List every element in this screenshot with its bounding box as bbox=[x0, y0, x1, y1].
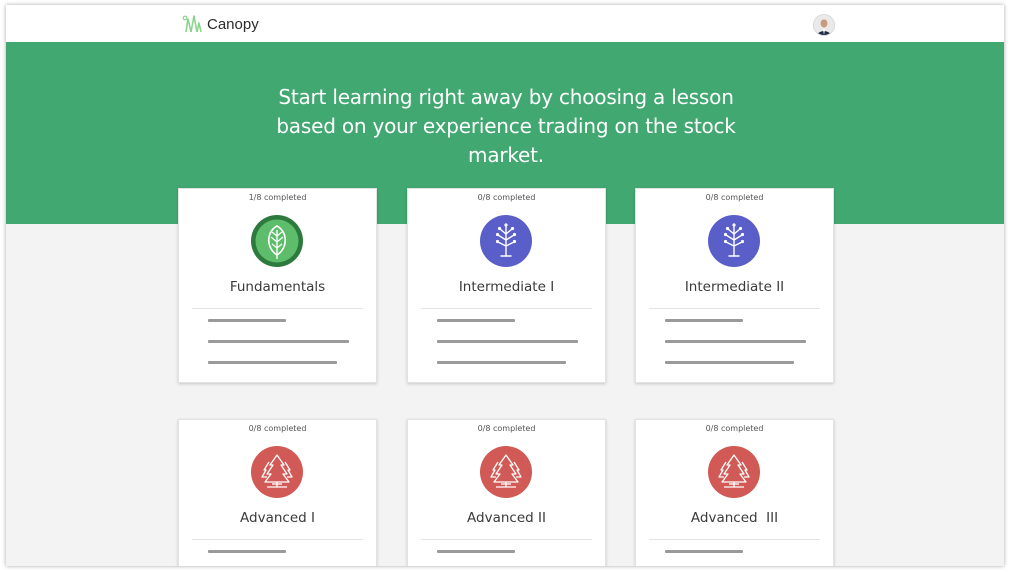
app-window: Canopy Start learning right away by choo… bbox=[6, 5, 1004, 566]
lesson-progress: 0/8 completed bbox=[705, 193, 764, 202]
lesson-title: Advanced II bbox=[467, 510, 546, 526]
lesson-progress: 1/8 completed bbox=[248, 193, 307, 202]
card-divider bbox=[192, 539, 363, 540]
placeholder-line bbox=[208, 550, 286, 553]
lesson-card-advanced-3[interactable]: 0/8 completed Advanced III bbox=[635, 419, 834, 566]
lesson-title: Intermediate I bbox=[458, 279, 555, 295]
lesson-title: Advanced III bbox=[690, 510, 779, 526]
app-logo[interactable]: Canopy bbox=[181, 12, 259, 36]
lesson-card-fundamentals[interactable]: 1/8 completed Fundamentals bbox=[178, 188, 377, 383]
placeholder-line bbox=[665, 550, 743, 553]
card-divider bbox=[421, 308, 592, 309]
lesson-card-intermediate-1[interactable]: 0/8 completed Intermediate I bbox=[407, 188, 606, 383]
pine-trees-icon bbox=[250, 445, 304, 499]
sprig-icon bbox=[707, 214, 761, 268]
lesson-card-advanced-1[interactable]: 0/8 completed Advanced I bbox=[178, 419, 377, 566]
placeholder-line bbox=[437, 361, 566, 364]
lesson-card-intermediate-2[interactable]: 0/8 completed Intermediate II bbox=[635, 188, 834, 383]
leaf-icon bbox=[250, 214, 304, 268]
hero-heading: Start learning right away by choosing a … bbox=[276, 85, 736, 167]
lesson-title: Advanced I bbox=[240, 510, 315, 526]
top-navbar: Canopy bbox=[6, 5, 1004, 42]
placeholder-line bbox=[437, 319, 515, 322]
user-avatar[interactable] bbox=[813, 14, 835, 36]
lesson-progress: 0/8 completed bbox=[477, 193, 536, 202]
placeholder-line bbox=[437, 340, 578, 343]
placeholder-line bbox=[208, 319, 286, 322]
lesson-progress: 0/8 completed bbox=[477, 424, 536, 433]
lesson-progress: 0/8 completed bbox=[248, 424, 307, 433]
placeholder-line bbox=[665, 361, 794, 364]
sprig-icon bbox=[479, 214, 533, 268]
canopy-logo-icon bbox=[182, 15, 202, 33]
pine-trees-icon bbox=[707, 445, 761, 499]
user-avatar-icon bbox=[814, 15, 834, 35]
placeholder-line bbox=[437, 550, 515, 553]
card-divider bbox=[649, 308, 820, 309]
placeholder-line bbox=[208, 361, 337, 364]
lesson-progress: 0/8 completed bbox=[705, 424, 764, 433]
pine-trees-icon bbox=[479, 445, 533, 499]
placeholder-line bbox=[208, 340, 349, 343]
placeholder-line bbox=[665, 319, 743, 322]
app-name: Canopy bbox=[207, 15, 259, 33]
card-divider bbox=[649, 539, 820, 540]
placeholder-line bbox=[665, 340, 806, 343]
lesson-title: Intermediate II bbox=[684, 279, 785, 295]
card-divider bbox=[421, 539, 592, 540]
lesson-title: Fundamentals bbox=[229, 279, 326, 295]
lesson-card-advanced-2[interactable]: 0/8 completed Advanced II bbox=[407, 419, 606, 566]
card-divider bbox=[192, 308, 363, 309]
